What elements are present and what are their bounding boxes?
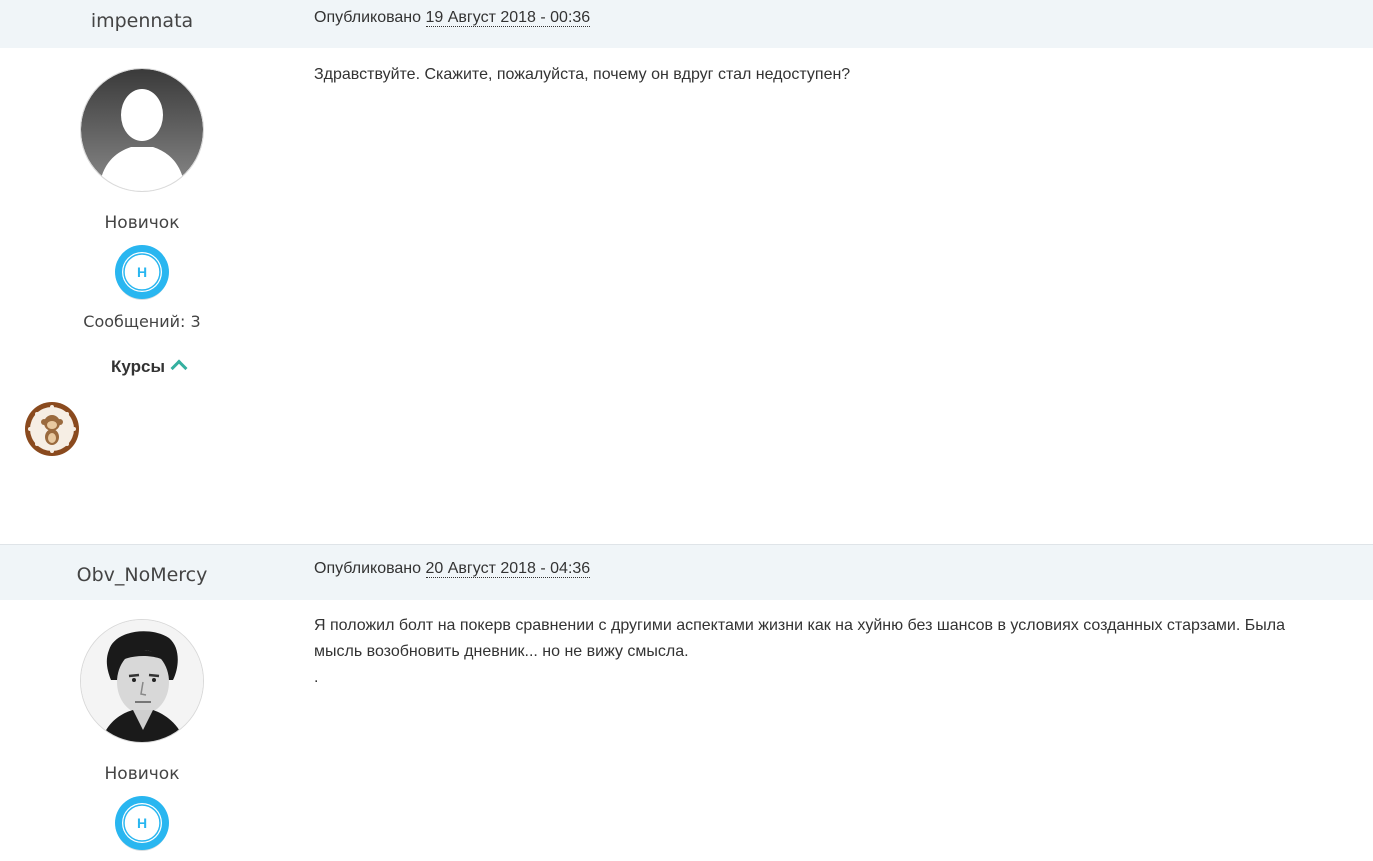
avatar[interactable] bbox=[80, 619, 204, 743]
published-label: Опубликовано bbox=[314, 560, 422, 577]
post-meta: Опубликовано 19 Август 2018 - 00:36 bbox=[314, 9, 591, 27]
author-info: Новичок Н Сообщений: 3 Курсы bbox=[0, 68, 284, 377]
post-meta: Опубликовано 20 Август 2018 - 04:36 bbox=[314, 560, 591, 578]
post-body: Здравствуйте. Скажите, пожалуйста, почем… bbox=[314, 66, 851, 83]
post-header: Obv_NoMercy Опубликовано 20 Август 2018 … bbox=[0, 545, 1373, 600]
post-body-line: Я положил болт на покерв сравнении с дру… bbox=[314, 617, 1285, 634]
rank-badge-letter: Н bbox=[137, 264, 147, 280]
published-label: Опубликовано bbox=[314, 9, 422, 26]
author-info: Новичок Н bbox=[0, 619, 284, 851]
post-2: Obv_NoMercy Опубликовано 20 Август 2018 … bbox=[0, 545, 1373, 851]
post-header: impennata Опубликовано 19 Август 2018 - … bbox=[0, 0, 1373, 48]
courses-toggle[interactable]: Курсы bbox=[12, 357, 284, 377]
post-body: Я положил болт на покерв сравнении с дру… bbox=[314, 613, 1343, 691]
post-date-link[interactable]: 19 Август 2018 - 00:36 bbox=[425, 9, 591, 27]
user-photo-avatar bbox=[81, 620, 203, 742]
post-1: impennata Опубликовано 19 Август 2018 - … bbox=[0, 0, 1373, 456]
post-body-line: мысль возобновить дневник... но не вижу … bbox=[314, 643, 689, 660]
post-count: Сообщений: 3 bbox=[83, 312, 201, 331]
default-user-icon bbox=[81, 69, 203, 191]
post-body-line: . bbox=[314, 669, 319, 686]
monkey-course-icon[interactable] bbox=[24, 401, 80, 457]
rank-badge-icon: Н bbox=[114, 244, 170, 300]
rank-badge-icon: Н bbox=[114, 795, 170, 851]
member-rank: Новичок bbox=[104, 213, 180, 233]
post-date-link[interactable]: 20 Август 2018 - 04:36 bbox=[425, 560, 591, 578]
post-author-name[interactable]: Obv_NoMercy bbox=[0, 564, 284, 586]
rank-badge-letter: Н bbox=[137, 815, 147, 831]
avatar[interactable] bbox=[80, 68, 204, 192]
courses-label: Курсы bbox=[111, 357, 165, 376]
member-rank: Новичок bbox=[104, 764, 180, 784]
post-author-name[interactable]: impennata bbox=[0, 10, 284, 32]
chevron-up-icon bbox=[170, 359, 188, 377]
